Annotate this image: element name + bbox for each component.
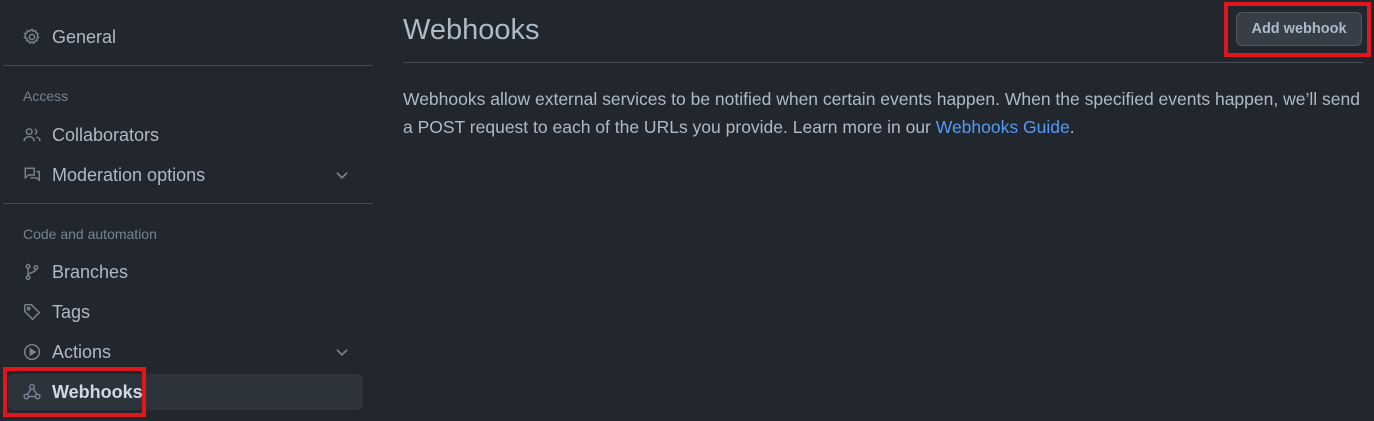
- webhooks-description: Webhooks allow external services to be n…: [403, 85, 1363, 141]
- settings-sidebar: General Access Collaborators Moderation …: [0, 0, 378, 421]
- sidebar-divider: [3, 203, 373, 204]
- sidebar-item-webhooks[interactable]: Webhooks: [8, 374, 363, 410]
- sidebar-item-label: Webhooks: [52, 381, 143, 402]
- play-icon: [22, 342, 42, 362]
- sidebar-item-general[interactable]: General: [8, 19, 363, 55]
- sidebar-item-label: General: [52, 26, 117, 47]
- comment-discussion-icon: [22, 165, 42, 185]
- tag-icon: [22, 302, 42, 322]
- chevron-down-icon[interactable]: [333, 166, 351, 184]
- webhooks-guide-link[interactable]: Webhooks Guide: [936, 117, 1070, 137]
- gear-icon: [22, 27, 42, 47]
- sidebar-item-label: Moderation options: [52, 164, 206, 185]
- sidebar-item-label: Collaborators: [52, 124, 160, 145]
- webhook-icon: [22, 382, 42, 402]
- sidebar-item-label: Tags: [52, 301, 91, 322]
- sidebar-item-actions[interactable]: Actions: [8, 334, 363, 370]
- sidebar-item-collaborators[interactable]: Collaborators: [8, 117, 363, 153]
- sidebar-item-moderation-options[interactable]: Moderation options: [8, 157, 363, 193]
- settings-page: General Access Collaborators Moderation …: [0, 0, 1374, 421]
- sidebar-divider: [3, 65, 373, 66]
- description-text: Webhooks allow external services to be n…: [403, 89, 1360, 137]
- sidebar-item-label: Branches: [52, 261, 129, 282]
- title-divider: [403, 62, 1363, 63]
- add-webhook-button[interactable]: Add webhook: [1236, 12, 1362, 46]
- sidebar-item-tags[interactable]: Tags: [8, 294, 363, 330]
- description-end: .: [1069, 117, 1075, 137]
- chevron-down-icon[interactable]: [333, 343, 351, 361]
- section-heading-code-automation: Code and automation: [23, 226, 157, 242]
- sidebar-item-label: Actions: [52, 341, 112, 362]
- sidebar-item-branches[interactable]: Branches: [8, 254, 363, 290]
- git-branch-icon: [22, 262, 42, 282]
- page-title: Webhooks: [403, 14, 540, 46]
- section-heading-access: Access: [23, 88, 69, 104]
- people-icon: [22, 125, 42, 145]
